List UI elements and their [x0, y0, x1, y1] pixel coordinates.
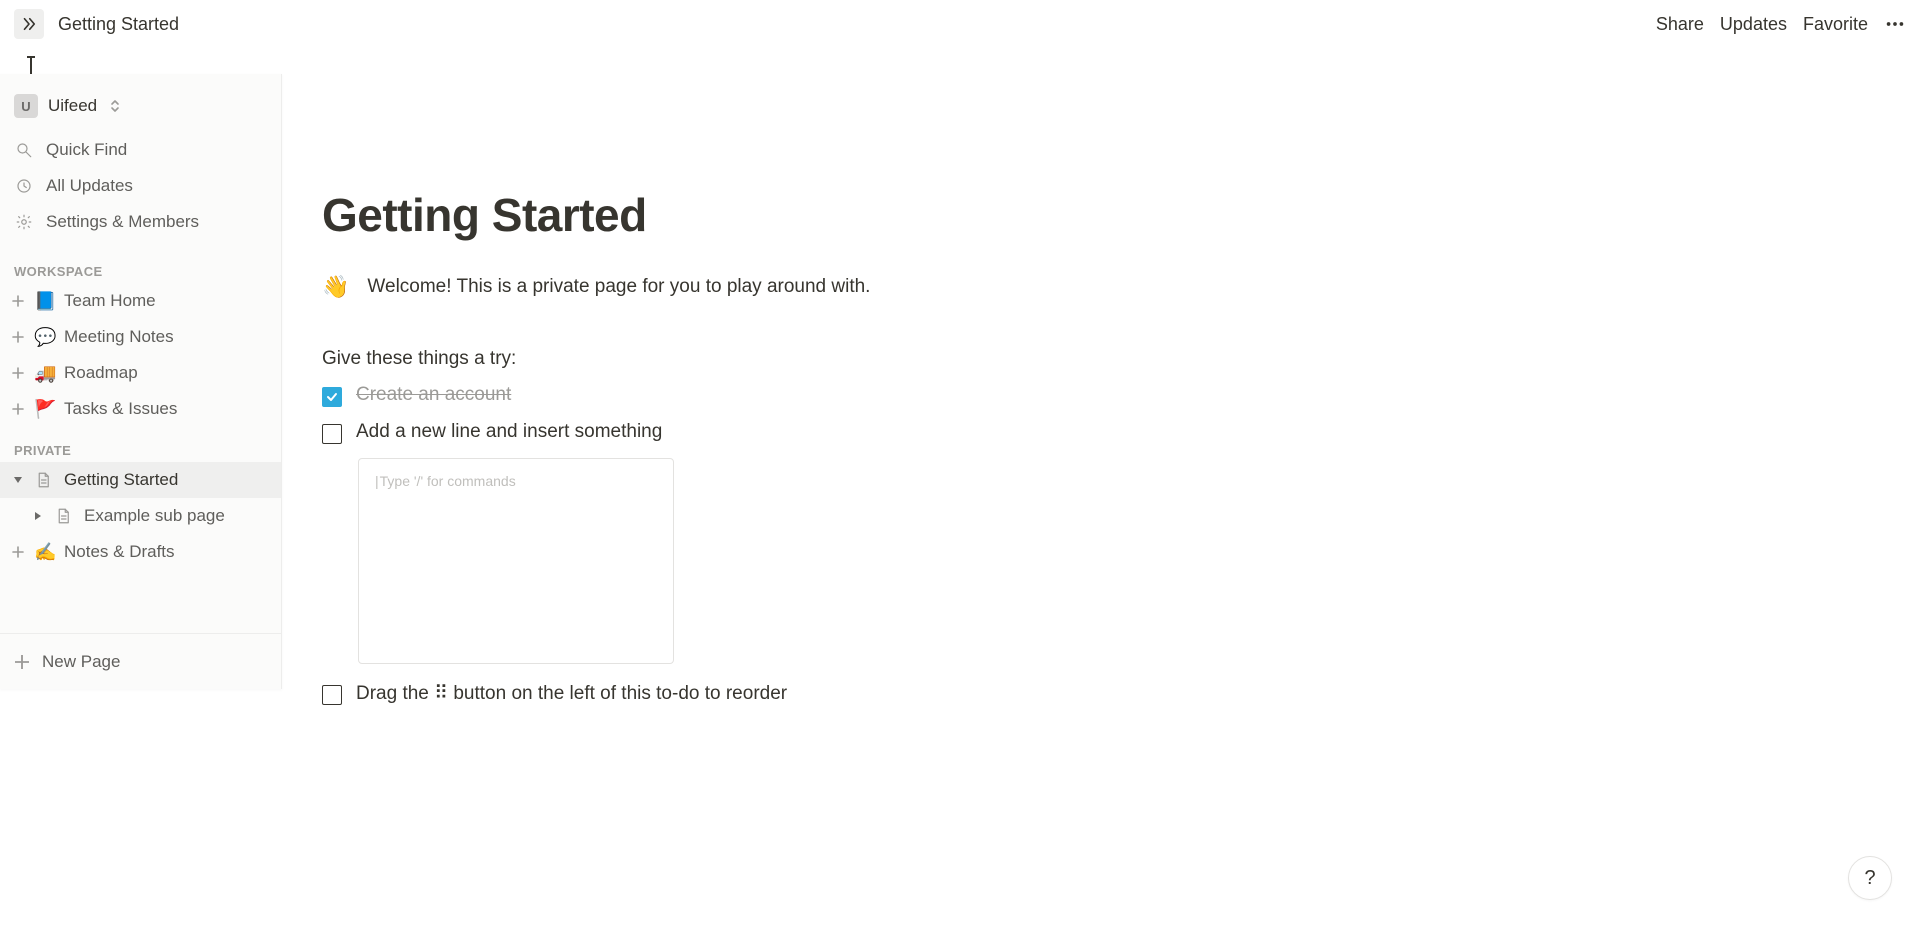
try-heading[interactable]: Give these things a try: — [322, 348, 1222, 370]
empty-block-input[interactable]: Type '/' for commands — [358, 458, 674, 664]
todo-checkbox[interactable] — [322, 424, 342, 444]
page-title[interactable]: Getting Started — [322, 188, 1222, 242]
todo-label[interactable]: Create an account — [356, 384, 511, 406]
help-button[interactable]: ? — [1848, 856, 1892, 900]
topbar-right: Share Updates Favorite — [1656, 13, 1906, 35]
todo-checkbox[interactable] — [322, 685, 342, 705]
slash-placeholder: Type '/' for commands — [375, 473, 516, 489]
wave-emoji-icon: 👋 — [322, 274, 349, 300]
todo-item[interactable]: Create an account — [322, 384, 1222, 407]
welcome-block: 👋 Welcome! This is a private page for yo… — [322, 274, 1222, 300]
todo-item[interactable]: Drag the ⠿ button on the left of this to… — [322, 682, 1222, 705]
welcome-text[interactable]: Welcome! This is a private page for you … — [367, 276, 870, 298]
favorite-button[interactable]: Favorite — [1803, 14, 1868, 35]
check-icon — [326, 391, 338, 403]
todo-item[interactable]: Add a new line and insert something — [322, 421, 1222, 444]
topbar-left: Getting Started — [14, 9, 179, 39]
todo-label[interactable]: Add a new line and insert something — [356, 421, 662, 443]
topbar: Getting Started Share Updates Favorite — [0, 0, 1920, 48]
todo-checkbox[interactable] — [322, 387, 342, 407]
breadcrumb[interactable]: Getting Started — [58, 14, 179, 35]
updates-button[interactable]: Updates — [1720, 14, 1787, 35]
chevrons-right-icon — [20, 15, 38, 33]
todo-label[interactable]: Drag the ⠿ button on the left of this to… — [356, 682, 787, 705]
share-button[interactable]: Share — [1656, 14, 1704, 35]
main-scroll-area[interactable]: Getting Started 👋 Welcome! This is a pri… — [0, 48, 1920, 928]
more-menu-button[interactable] — [1884, 13, 1906, 35]
sidebar-toggle-button[interactable] — [14, 9, 44, 39]
document: Getting Started 👋 Welcome! This is a pri… — [322, 188, 1222, 705]
dots-horizontal-icon — [1884, 13, 1906, 35]
